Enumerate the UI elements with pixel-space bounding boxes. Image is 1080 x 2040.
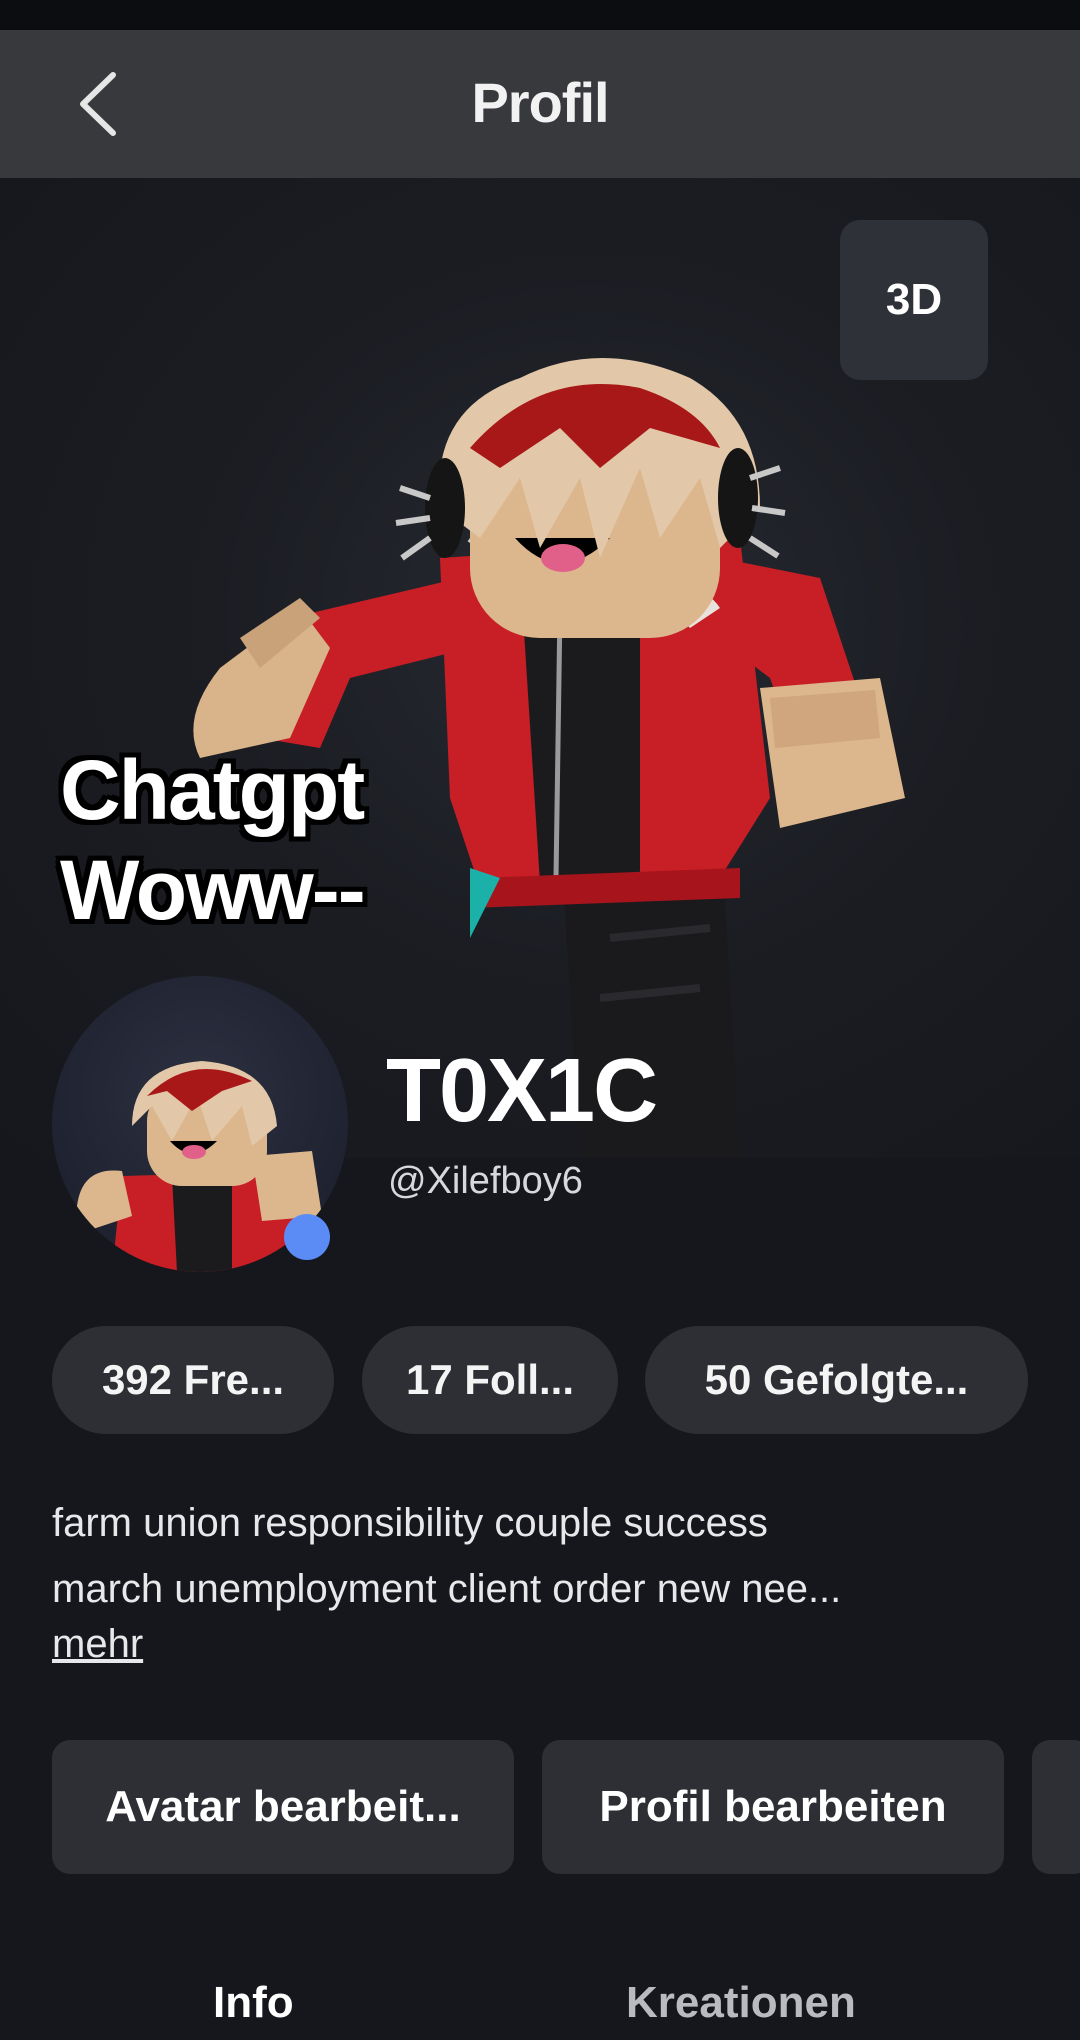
more-actions-button[interactable]	[1032, 1740, 1080, 1874]
caption-line-1: Chatgpt	[60, 743, 365, 837]
action-buttons-row: Avatar bearbeit... Profil bearbeiten	[0, 1740, 1080, 1874]
status-bar	[0, 0, 1080, 30]
friends-chip[interactable]: 392 Fre...	[52, 1326, 334, 1434]
online-status-badge	[284, 1214, 330, 1260]
username: @Xilefboy6	[388, 1160, 583, 1202]
view-3d-button[interactable]: 3D	[840, 220, 988, 380]
top-app-bar: Profil	[0, 30, 1080, 178]
bio-more-link[interactable]: mehr	[52, 1622, 143, 1667]
page-title: Profil	[471, 71, 609, 134]
display-name: T0X1C	[386, 1041, 658, 1141]
following-chip[interactable]: 50 Gefolgte...	[645, 1326, 1028, 1434]
bio: farm union responsibility couple success…	[52, 1490, 1032, 1622]
bio-line-1: farm union responsibility couple success	[52, 1501, 768, 1545]
tab-kreationen[interactable]: Kreationen	[626, 1978, 856, 2028]
profile-tabs: Info Kreationen	[0, 1960, 1080, 2040]
tab-info[interactable]: Info	[213, 1978, 294, 2028]
edit-avatar-button[interactable]: Avatar bearbeit...	[52, 1740, 514, 1874]
caption-line-2: Woww--	[60, 843, 366, 937]
bio-line-2: march unemployment client order new nee.…	[52, 1567, 842, 1611]
edit-profile-button[interactable]: Profil bearbeiten	[542, 1740, 1004, 1874]
followers-chip[interactable]: 17 Foll...	[362, 1326, 618, 1434]
overlay-caption: Chatgpt Woww--	[60, 740, 480, 940]
